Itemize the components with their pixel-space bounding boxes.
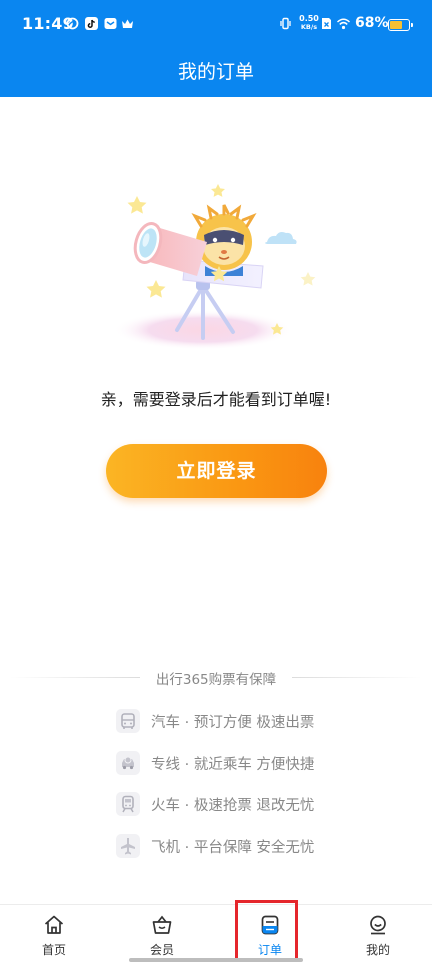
battery-nub — [411, 23, 413, 27]
vibrate-icon — [279, 17, 292, 30]
tab-profile[interactable]: 我的 — [324, 905, 432, 964]
top-bar: 11:49 0.50 KB/s 68% 我的订单 — [0, 0, 432, 97]
shuttle-car-icon — [116, 751, 140, 775]
login-required-message: 亲，需要登录后才能看到订单喔! — [100, 390, 332, 409]
wifi-icon — [337, 17, 350, 30]
feature-train: 火车 · 极速抢票 退改无忧 — [116, 792, 376, 816]
battery-percent: 68% — [355, 15, 389, 31]
bottom-tab-bar: 首页 会员 订单 我的 — [0, 904, 432, 964]
profile-icon — [366, 913, 390, 937]
feature-bus: 汽车 · 预订方便 极速出票 — [116, 709, 376, 733]
mascot-telescope-illustration — [105, 180, 330, 355]
message-icon — [104, 17, 117, 30]
battery-icon — [388, 19, 413, 31]
guarantee-title: 出行365购票有保障 — [155, 672, 277, 688]
tab-member-label: 会员 — [149, 943, 174, 957]
home-indicator[interactable] — [129, 958, 303, 962]
notification-swirl-icon — [66, 17, 79, 30]
feature-shuttle-text: 专线 · 就近乘车 方便快捷 — [151, 757, 315, 773]
divider-right — [292, 677, 422, 678]
home-icon — [42, 913, 66, 937]
tab-member[interactable]: 会员 — [108, 905, 216, 964]
feature-bus-text: 汽车 · 预订方便 极速出票 — [151, 715, 315, 731]
page-title: 我的订单 — [177, 61, 254, 83]
crown-icon — [121, 17, 134, 30]
feature-train-text: 火车 · 极速抢票 退改无忧 — [151, 798, 315, 814]
train-icon — [116, 792, 140, 816]
airplane-icon — [116, 834, 140, 858]
tiktok-icon — [85, 17, 98, 30]
feature-airplane-text: 飞机 · 平台保障 安全无忧 — [151, 840, 315, 856]
login-button[interactable]: 立即登录 — [106, 444, 327, 498]
tab-profile-label: 我的 — [365, 943, 390, 957]
tab-home[interactable]: 首页 — [0, 905, 108, 964]
feature-airplane: 飞机 · 平台保障 安全无忧 — [116, 834, 376, 858]
feature-shuttle: 专线 · 就近乘车 方便快捷 — [116, 751, 376, 775]
tab-home-label: 首页 — [41, 943, 66, 957]
member-basket-icon — [150, 913, 174, 937]
battery-level — [390, 21, 402, 29]
highlight-box — [235, 900, 298, 962]
sim-x-icon — [320, 17, 333, 30]
status-bar: 11:49 0.50 KB/s 68% — [0, 0, 432, 52]
bus-icon — [116, 709, 140, 733]
network-speed: 0.50 KB/s — [299, 14, 319, 31]
